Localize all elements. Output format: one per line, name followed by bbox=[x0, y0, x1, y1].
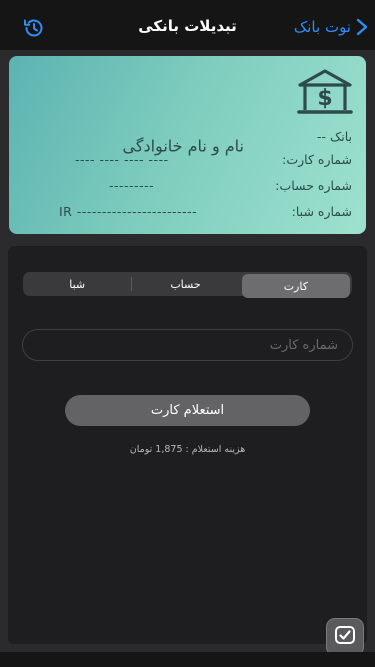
bottom-bar bbox=[0, 652, 375, 667]
bank-card: $ نام و نام خانوادگی بانک -- شماره کارت:… bbox=[9, 56, 366, 234]
bank-icon: $ bbox=[296, 68, 354, 118]
sheba-number-value: IR ------------------------ bbox=[59, 204, 198, 219]
segment-divider bbox=[131, 277, 133, 291]
app-switcher-button[interactable] bbox=[326, 618, 364, 656]
tab-account[interactable]: حساب bbox=[131, 272, 239, 296]
account-number-value: --------- bbox=[109, 178, 155, 193]
svg-text:$: $ bbox=[317, 86, 332, 111]
back-button[interactable]: نوت بانک bbox=[294, 15, 369, 39]
inquiry-panel: شبا حساب کارت استعلام کارت هزینه استعلام… bbox=[8, 246, 367, 644]
card-number-input[interactable] bbox=[22, 329, 353, 361]
bank-name: بانک -- bbox=[317, 129, 352, 144]
tab-sheba[interactable]: شبا bbox=[23, 272, 131, 296]
inquiry-button[interactable]: استعلام کارت bbox=[65, 395, 310, 426]
account-number-label: شماره حساب: bbox=[275, 178, 352, 193]
chevron-right-icon bbox=[355, 18, 369, 36]
navigation-bar: تبدیلات بانکی نوت بانک bbox=[0, 0, 375, 50]
tab-account-label: حساب bbox=[170, 277, 201, 291]
check-icon bbox=[333, 623, 357, 651]
type-segmented-control: شبا حساب کارت bbox=[23, 272, 352, 298]
back-button-label: نوت بانک bbox=[293, 18, 351, 36]
inquiry-fee-text: هزینه استعلام : 1,875 تومان bbox=[129, 444, 246, 455]
sheba-number-label: شماره شبا: bbox=[291, 204, 352, 219]
card-number-label: شماره کارت: bbox=[282, 152, 352, 167]
tab-card[interactable]: کارت bbox=[241, 274, 350, 298]
card-number-value: ---- ---- ---- ---- bbox=[75, 152, 169, 167]
